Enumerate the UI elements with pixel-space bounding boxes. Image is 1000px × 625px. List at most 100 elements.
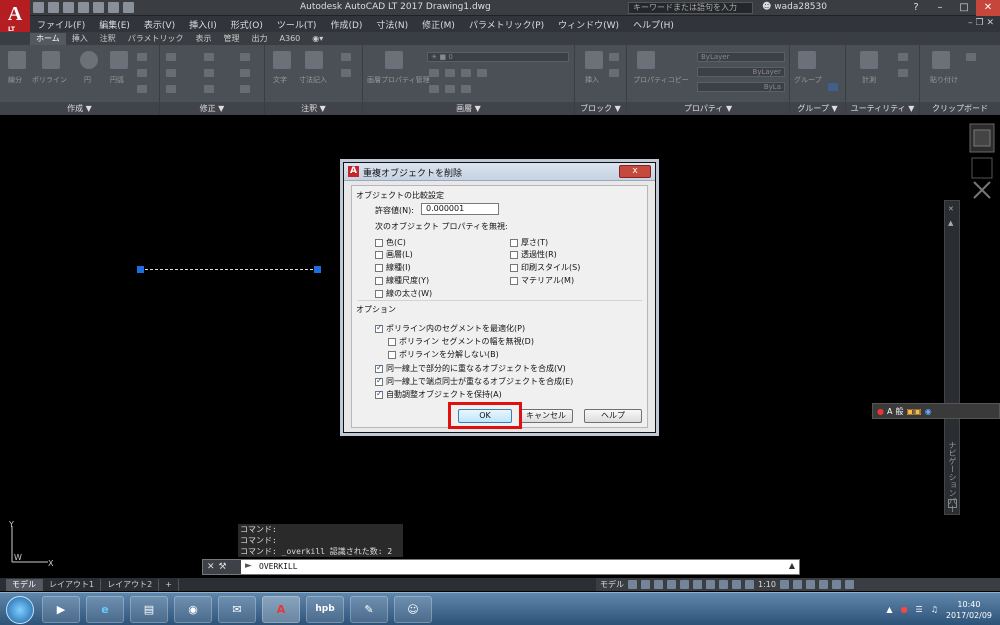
command-input[interactable]: OVERKILL <box>259 562 298 571</box>
panel-group-title[interactable]: グループ ▼ <box>790 102 845 115</box>
tab-add-layout[interactable]: + <box>159 578 179 591</box>
utility-tool-1-icon[interactable] <box>898 53 908 61</box>
clipboard-tool-icon[interactable] <box>966 53 976 61</box>
start-button[interactable] <box>6 596 34 624</box>
menu-format[interactable]: 形式(O) <box>224 18 270 31</box>
menu-draw[interactable]: 作成(D) <box>323 18 369 31</box>
command-history-toggle-icon[interactable]: ▲ <box>789 561 795 570</box>
checkbox-combine-endpoints[interactable]: 同一線上で端点同士が重なるオブジェクトを合成(E) <box>375 376 573 387</box>
checkbox-box[interactable] <box>388 337 396 346</box>
panel-draw-title[interactable]: 作成 ▼ <box>0 102 159 115</box>
panel-annotation-title[interactable]: 注釈 ▼ <box>265 102 362 115</box>
leader-icon[interactable] <box>341 53 351 61</box>
checkbox-linetype-scale[interactable]: 線種尺度(Y) <box>375 275 429 286</box>
menu-edit[interactable]: 編集(E) <box>92 18 137 31</box>
arc-icon[interactable] <box>110 51 128 69</box>
tab-output[interactable]: 出力 <box>246 33 274 45</box>
checkbox-box[interactable] <box>510 250 518 259</box>
dimension-icon[interactable] <box>305 51 323 69</box>
line-icon[interactable] <box>8 51 26 69</box>
layer-tool-2-icon[interactable] <box>445 69 455 77</box>
layer-tool-3-icon[interactable] <box>461 69 471 77</box>
checkbox-keep-associative[interactable]: 自動調整オブジェクトを保持(A) <box>375 389 502 400</box>
ime-mode-general[interactable]: 般 <box>895 406 903 417</box>
layer-dropdown[interactable]: ☀ ■ 0 <box>427 52 569 62</box>
minimize-icon[interactable]: – <box>928 0 952 16</box>
layer-tool-5-icon[interactable] <box>429 85 439 93</box>
panel-modify-title[interactable]: 修正 ▼ <box>160 102 264 115</box>
mirror-icon[interactable] <box>204 69 214 77</box>
checkbox-linetype[interactable]: 線種(I) <box>375 262 411 273</box>
menu-help[interactable]: ヘルプ(H) <box>626 18 681 31</box>
utility-tool-2-icon[interactable] <box>898 69 908 77</box>
viewcube[interactable] <box>968 122 996 202</box>
checkbox-material[interactable]: マテリアル(M) <box>510 275 574 286</box>
checkbox-plot-style[interactable]: 印刷スタイル(S) <box>510 262 580 273</box>
tab-layout2[interactable]: レイアウト2 <box>101 578 160 591</box>
checkbox-layer[interactable]: 画層(L) <box>375 249 413 260</box>
help-icon[interactable]: ? <box>904 0 928 16</box>
layer-tool-1-icon[interactable] <box>429 69 439 77</box>
checkbox-transparency[interactable]: 透過性(R) <box>510 249 557 260</box>
checkbox-thickness[interactable]: 厚さ(T) <box>510 237 548 248</box>
hatch-icon[interactable] <box>137 69 147 77</box>
system-clock[interactable]: 10:40 2017/02/09 <box>946 599 992 621</box>
paste-icon[interactable] <box>932 51 950 69</box>
menu-view[interactable]: 表示(V) <box>137 18 182 31</box>
menu-window[interactable]: ウィンドウ(W) <box>551 18 626 31</box>
maximize-icon[interactable]: □ <box>952 0 976 16</box>
region-icon[interactable] <box>137 85 147 93</box>
transparency-icon[interactable] <box>719 580 728 589</box>
checkbox-box[interactable] <box>375 263 383 272</box>
checkbox-box[interactable] <box>375 363 383 373</box>
tab-manage[interactable]: 管理 <box>218 33 246 45</box>
checkbox-combine-overlap[interactable]: 同一線上で部分的に重なるオブジェクトを合成(V) <box>375 363 566 374</box>
model-space-toggle[interactable]: モデル <box>600 579 624 590</box>
ime-help-icon[interactable]: ◉ <box>925 407 932 416</box>
tray-volume-icon[interactable]: ♫ <box>931 605 938 614</box>
insert-block-icon[interactable] <box>585 51 603 69</box>
tab-view[interactable]: 表示 <box>190 33 218 45</box>
grid-icon[interactable] <box>628 580 637 589</box>
units-icon[interactable] <box>805 580 815 589</box>
lineweight-icon[interactable] <box>706 580 715 589</box>
isolate-icon[interactable] <box>818 580 828 589</box>
panel-utilities-title[interactable]: ユーティリティ ▼ <box>846 102 919 115</box>
ime-tool-icon[interactable]: ▣▣ <box>906 407 921 416</box>
checkbox-color[interactable]: 色(C) <box>375 237 406 248</box>
tab-annotate[interactable]: 注釈 <box>94 33 122 45</box>
save-as-icon[interactable] <box>78 2 89 13</box>
checkbox-box[interactable] <box>375 250 383 259</box>
mail-icon[interactable]: ✉ <box>218 596 256 623</box>
polyline-icon[interactable] <box>42 51 60 69</box>
save-icon[interactable] <box>63 2 74 13</box>
hpb-icon[interactable]: hpb <box>306 596 344 623</box>
ortho-icon[interactable] <box>654 580 663 589</box>
checkbox-box[interactable] <box>510 238 518 247</box>
layer-tool-4-icon[interactable] <box>477 69 487 77</box>
checkbox-box[interactable] <box>510 276 518 285</box>
print-icon[interactable] <box>93 2 104 13</box>
menu-modify[interactable]: 修正(M) <box>415 18 462 31</box>
selection-cycle-icon[interactable] <box>732 580 741 589</box>
navbar-settings-icon[interactable]: ▲ <box>948 219 953 227</box>
match-properties-icon[interactable] <box>637 51 655 69</box>
user-account[interactable]: ☻ wada28530 <box>762 2 827 12</box>
internet-explorer-icon[interactable]: e <box>86 596 124 623</box>
redo-icon[interactable] <box>123 2 134 13</box>
linetype-dropdown[interactable]: ByLayer <box>697 67 785 77</box>
ime-status-icon[interactable]: ● <box>877 407 884 416</box>
menu-dimension[interactable]: 寸法(N) <box>369 18 415 31</box>
checkbox-box[interactable] <box>510 263 518 272</box>
panel-layers-title[interactable]: 画層 ▼ <box>363 102 574 115</box>
circle-icon[interactable] <box>80 51 98 69</box>
tab-insert[interactable]: 挿入 <box>66 33 94 45</box>
plus-icon[interactable] <box>792 580 802 589</box>
tab-parametric[interactable]: パラメトリック <box>122 33 190 45</box>
open-icon[interactable] <box>48 2 59 13</box>
ime-mode-a[interactable]: A <box>887 407 892 416</box>
edit-block-icon[interactable] <box>609 69 619 77</box>
annotation-scale[interactable]: 1:10 <box>758 580 776 589</box>
annotation-icon[interactable] <box>745 580 754 589</box>
osnap-icon[interactable] <box>680 580 689 589</box>
